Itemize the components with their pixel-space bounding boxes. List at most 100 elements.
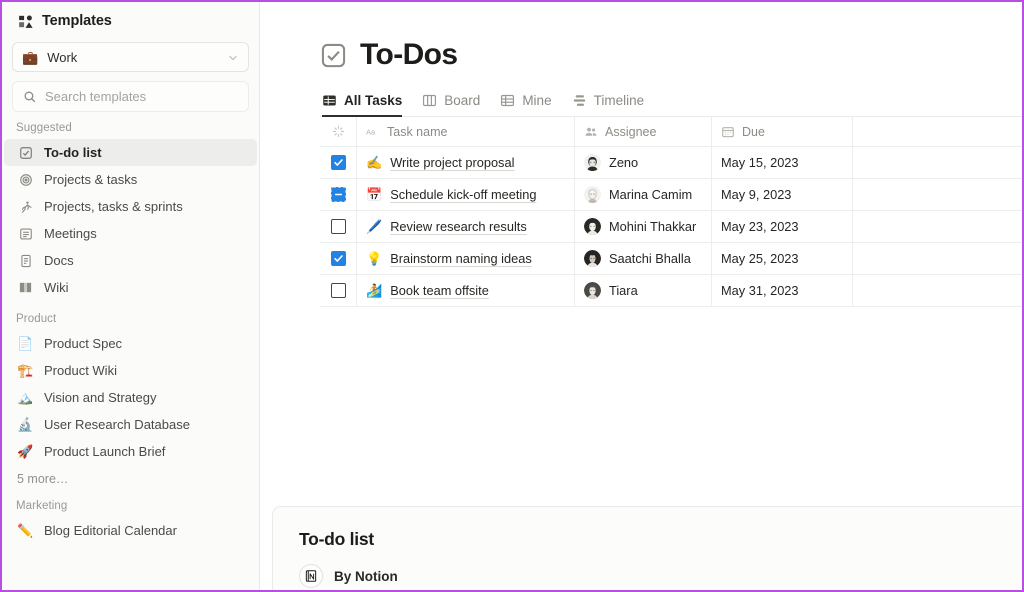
- sidebar-item-label: User Research Database: [44, 417, 190, 432]
- chevron-down-icon: [227, 51, 239, 63]
- sidebar-item-label: Projects, tasks & sprints: [44, 199, 183, 214]
- assignee-name: Zeno: [609, 155, 639, 170]
- avatar: [584, 250, 601, 267]
- task-checkbox-unchecked[interactable]: [330, 283, 346, 298]
- view-tabs: All Tasks Board Mine Timeline: [320, 93, 1022, 117]
- assignee-name: Tiara: [609, 283, 638, 298]
- sidebar-item-projects-tasks[interactable]: Projects & tasks: [4, 166, 257, 193]
- column-header-task-name[interactable]: Aa Task name: [357, 117, 575, 146]
- row-checkbox-cell[interactable]: [320, 275, 357, 306]
- avatar: [584, 186, 601, 203]
- construction-emoji-icon: 🏗️: [17, 363, 34, 378]
- sidebar-item-blog-editorial-calendar[interactable]: ✏️ Blog Editorial Calendar: [4, 517, 257, 544]
- task-name-link[interactable]: Book team offsite: [390, 283, 489, 298]
- sidebar-item-label: Product Launch Brief: [44, 444, 166, 459]
- main-content: To-Dos All Tasks Board Mine Timeline Aa …: [260, 2, 1022, 590]
- tab-label: Timeline: [593, 93, 645, 108]
- row-due-cell[interactable]: May 23, 2023: [712, 211, 853, 242]
- page-emoji-icon: 📄: [17, 336, 34, 351]
- briefcase-icon: 💼: [22, 49, 39, 65]
- sidebar-item-meetings[interactable]: Meetings: [4, 220, 257, 247]
- sidebar-item-label: Product Spec: [44, 336, 123, 351]
- checkbox-square-icon: [17, 144, 34, 161]
- column-header-due[interactable]: Due: [712, 117, 853, 146]
- column-header-label: Task name: [387, 124, 448, 139]
- task-checkbox-unchecked[interactable]: [330, 219, 346, 234]
- column-header-assignee[interactable]: Assignee: [575, 117, 712, 146]
- sidebar-item-product-spec[interactable]: 📄 Product Spec: [4, 330, 257, 357]
- due-date: May 9, 2023: [721, 187, 792, 202]
- row-empty-cell: [853, 243, 1022, 274]
- column-header-status[interactable]: [320, 117, 357, 146]
- loading-spinner-icon: [331, 125, 345, 139]
- search-templates-box[interactable]: [12, 81, 249, 112]
- row-assignee-cell[interactable]: Zeno: [575, 147, 712, 178]
- tasks-table: Aa Task name Assignee Due ✍️ Write proje…: [320, 116, 1022, 307]
- sidebar-item-wiki[interactable]: Wiki: [4, 274, 257, 301]
- row-due-cell[interactable]: May 25, 2023: [712, 243, 853, 274]
- target-icon: [17, 171, 34, 188]
- task-name-link[interactable]: Brainstorm naming ideas: [390, 251, 532, 266]
- sidebar-item-to-do-list[interactable]: To-do list: [4, 139, 257, 166]
- rocket-emoji-icon: 🚀: [17, 444, 34, 459]
- task-name-link[interactable]: Schedule kick-off meeting: [390, 187, 536, 202]
- sidebar: Templates 💼 Work Suggested To-do list: [2, 2, 260, 590]
- row-checkbox-cell[interactable]: [320, 211, 357, 242]
- notion-logo-icon: [299, 564, 323, 588]
- row-checkbox-cell[interactable]: [320, 243, 357, 274]
- row-task-cell[interactable]: 💡 Brainstorm naming ideas: [357, 243, 575, 274]
- row-due-cell[interactable]: May 9, 2023: [712, 179, 853, 210]
- avatar: [584, 154, 601, 171]
- tab-all-tasks[interactable]: All Tasks: [322, 93, 403, 117]
- task-emoji-icon: 🖊️: [366, 219, 383, 234]
- sidebar-header: Templates: [2, 2, 259, 36]
- table-row: 💡 Brainstorm naming ideas Saatchi Bhalla…: [320, 243, 1022, 275]
- sidebar-show-more-product[interactable]: 5 more…: [2, 465, 259, 488]
- page-inner: To-Dos All Tasks Board Mine Timeline Aa …: [260, 2, 1022, 307]
- row-assignee-cell[interactable]: Saatchi Bhalla: [575, 243, 712, 274]
- column-header-add[interactable]: [853, 117, 1022, 146]
- table-header-row: Aa Task name Assignee Due: [320, 117, 1022, 147]
- task-name-link[interactable]: Write project proposal: [390, 155, 514, 170]
- task-checkbox-checked[interactable]: [330, 155, 346, 170]
- row-due-cell[interactable]: May 15, 2023: [712, 147, 853, 178]
- task-name-link[interactable]: Review research results: [390, 219, 527, 234]
- template-preview-card[interactable]: To-do list By Notion: [272, 506, 1022, 590]
- row-due-cell[interactable]: May 31, 2023: [712, 275, 853, 306]
- workspace-selector[interactable]: 💼 Work: [12, 42, 249, 72]
- tab-timeline[interactable]: Timeline: [572, 93, 645, 117]
- sidebar-item-product-wiki[interactable]: 🏗️ Product Wiki: [4, 357, 257, 384]
- sidebar-item-user-research-database[interactable]: 🔬 User Research Database: [4, 411, 257, 438]
- row-task-cell[interactable]: 🖊️ Review research results: [357, 211, 575, 242]
- sidebar-item-product-launch-brief[interactable]: 🚀 Product Launch Brief: [4, 438, 257, 465]
- text-aa-icon: Aa: [366, 125, 380, 139]
- table-row: 🏄 Book team offsite Tiara May 31, 2023: [320, 275, 1022, 307]
- microscope-emoji-icon: 🔬: [17, 417, 34, 432]
- sidebar-item-label: To-do list: [44, 145, 102, 160]
- row-task-cell[interactable]: ✍️ Write project proposal: [357, 147, 575, 178]
- search-input[interactable]: [45, 89, 238, 104]
- column-header-label: Assignee: [605, 124, 657, 139]
- task-checkbox-checked[interactable]: [330, 251, 346, 266]
- template-card-author-label: By Notion: [334, 568, 398, 584]
- table-row: 📅 Schedule kick-off meeting Marina Camim…: [320, 179, 1022, 211]
- grid-icon: [500, 93, 515, 108]
- row-assignee-cell[interactable]: Marina Camim: [575, 179, 712, 210]
- row-checkbox-cell[interactable]: [320, 147, 357, 178]
- row-task-cell[interactable]: 📅 Schedule kick-off meeting: [357, 179, 575, 210]
- task-checkbox-indeterminate[interactable]: [330, 187, 346, 202]
- sidebar-item-docs[interactable]: Docs: [4, 247, 257, 274]
- row-assignee-cell[interactable]: Mohini Thakkar: [575, 211, 712, 242]
- sidebar-item-label: Docs: [44, 253, 74, 268]
- tab-board[interactable]: Board: [422, 93, 480, 117]
- row-checkbox-cell[interactable]: [320, 179, 357, 210]
- sidebar-item-vision-and-strategy[interactable]: 🏔️ Vision and Strategy: [4, 384, 257, 411]
- board-icon: [422, 93, 437, 108]
- sidebar-item-projects-tasks-sprints[interactable]: Projects, tasks & sprints: [4, 193, 257, 220]
- row-task-cell[interactable]: 🏄 Book team offsite: [357, 275, 575, 306]
- tab-mine[interactable]: Mine: [500, 93, 552, 117]
- task-emoji-icon: 💡: [366, 251, 383, 266]
- row-empty-cell: [853, 179, 1022, 210]
- row-assignee-cell[interactable]: Tiara: [575, 275, 712, 306]
- mountain-emoji-icon: 🏔️: [17, 390, 34, 405]
